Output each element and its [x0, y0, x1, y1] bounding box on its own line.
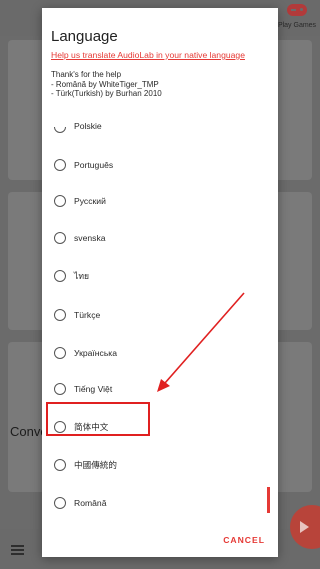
- language-label: 中國傳統的: [74, 460, 117, 470]
- language-label: Polskie: [74, 121, 102, 131]
- language-option[interactable]: Română: [42, 490, 278, 516]
- language-option[interactable]: 中國傳統的: [42, 452, 278, 478]
- gamepad-icon: [287, 4, 307, 16]
- radio-button[interactable]: [54, 232, 66, 244]
- language-option[interactable]: Русский: [42, 188, 278, 214]
- language-option[interactable]: Português: [42, 152, 278, 178]
- radio-button[interactable]: [54, 195, 66, 207]
- thanks-line: - Română by WhiteTiger_TMP: [51, 79, 159, 89]
- language-label: Türkçe: [74, 310, 101, 320]
- language-label: Tiếng Việt: [74, 384, 113, 394]
- radio-button[interactable]: [54, 159, 66, 171]
- radio-button[interactable]: [54, 270, 66, 282]
- highlight-box: [46, 402, 150, 436]
- language-option[interactable]: ไทย: [42, 263, 278, 289]
- thanks-line: - Türk(Turkish) by Burhan 2010: [51, 89, 162, 98]
- radio-button[interactable]: [54, 127, 66, 133]
- language-option[interactable]: Türkçe: [42, 302, 278, 328]
- language-option[interactable]: svenska: [42, 225, 278, 251]
- language-option[interactable]: Tiếng Việt: [42, 376, 278, 402]
- cancel-button[interactable]: CANCEL: [223, 535, 265, 545]
- language-label: Русский: [74, 196, 106, 206]
- language-label: Română: [74, 498, 107, 508]
- language-label: svenska: [74, 233, 106, 243]
- language-label: Українська: [74, 348, 118, 358]
- translate-help-link[interactable]: Help us translate AudioLab in your nativ…: [51, 50, 245, 60]
- language-label: ไทย: [74, 271, 90, 281]
- radio-button[interactable]: [54, 497, 66, 509]
- radio-button[interactable]: [54, 459, 66, 471]
- scrollbar-thumb[interactable]: [267, 487, 270, 513]
- thanks-text: Thank's for the help - Română by WhiteTi…: [51, 70, 162, 99]
- language-list[interactable]: Polskie Português Русский svenska ไทย Tü…: [42, 114, 278, 516]
- thanks-line: Thank's for the help: [51, 70, 122, 79]
- dialog-title: Language: [51, 28, 118, 45]
- radio-button[interactable]: [54, 347, 66, 359]
- language-dialog: Language Help us translate AudioLab in y…: [42, 8, 278, 557]
- play-games-label: Play Games: [277, 22, 317, 29]
- radio-button[interactable]: [54, 309, 66, 321]
- language-option[interactable]: Українська: [42, 340, 278, 366]
- menu-icon[interactable]: [11, 545, 24, 555]
- radio-button[interactable]: [54, 383, 66, 395]
- language-option[interactable]: Polskie: [42, 114, 278, 139]
- language-label: Português: [74, 160, 114, 170]
- play-games-button[interactable]: Play Games: [276, 4, 318, 38]
